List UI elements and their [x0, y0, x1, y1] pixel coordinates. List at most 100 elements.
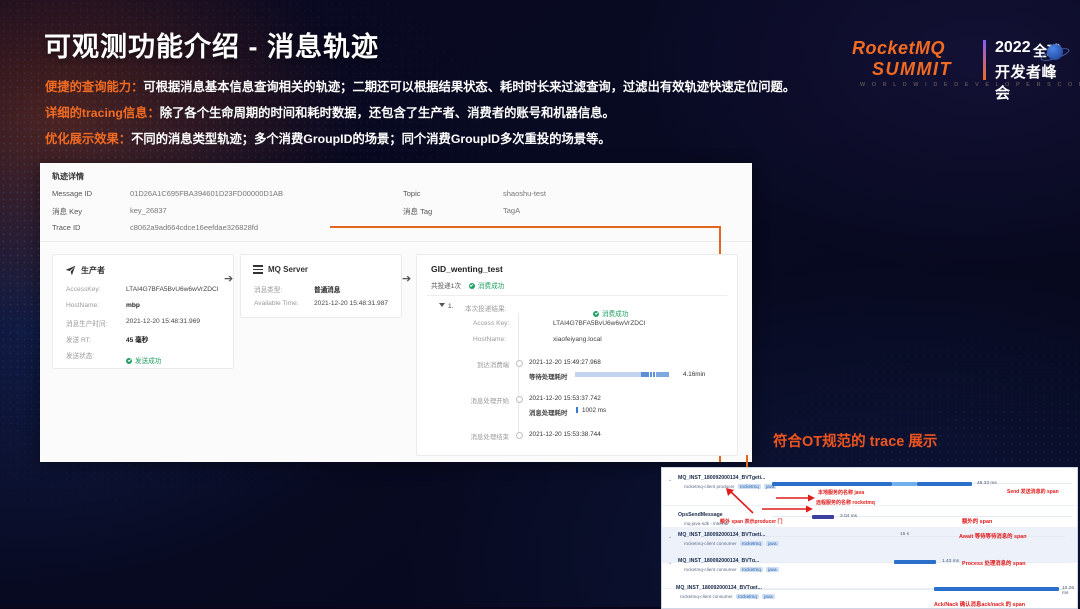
mq-label-message-type: 消息类型: [254, 284, 282, 294]
consumer-panel: GID_wenting_test 共投递1次 消费成功 1. 本次投递结果: 消… [416, 254, 738, 456]
timeline-label-3: 消息处理结束 [441, 432, 509, 441]
producer-label-accesskey: AccessKey: [66, 286, 100, 293]
trace-note: Process 处理消息的 span [962, 559, 1026, 567]
logo-subline: W O R L D W I D E D E V E L O P E R S C … [860, 82, 1080, 88]
field-value-message-key: key_26837 [130, 206, 167, 215]
field-label-message-id: Message ID [52, 189, 92, 198]
mq-server-panel-header: MQ Server [253, 265, 308, 274]
bullet-1-sep: ： [131, 80, 143, 94]
consumer-delivery-summary: 共投递1次 消费成功 [431, 280, 504, 290]
mq-value-available-time: 2021-12-20 15:48:31.987 [314, 300, 388, 307]
field-label-topic: Topic [403, 189, 421, 198]
timeline-metric-value-2: 1002 ms [582, 407, 606, 414]
consumer-summary-status: 消费成功 [478, 283, 504, 290]
field-value-message-id: 01D26A1C695FBA394601D23FD00000D1AB [130, 189, 283, 198]
bullet-1-text: 可根据消息基本信息查询相关的轨迹；二期还可以根据结果状态、耗时时长来过滤查询，过… [143, 80, 795, 94]
timeline-metric-label-1: 等待处理耗时 [529, 372, 567, 381]
consumer-group-title: GID_wenting_test [431, 264, 503, 274]
expand-toggle-icon[interactable]: ⌄ [668, 477, 672, 483]
trace-duration: 10.26 ms [1062, 586, 1077, 596]
producer-label-hostname: HostName: [66, 302, 99, 309]
summit-logo: RocketMQ SUMMIT 2022 全球 开发者峰会 W O R L D … [850, 38, 1065, 94]
field-value-topic: shaoshu-test [503, 189, 546, 198]
producer-label-send-rt: 发送 RT: [66, 334, 91, 344]
logo-summit-text: SUMMIT [872, 59, 952, 80]
timeline-dot-1 [516, 360, 523, 367]
trace-note: Send 发送消息的 span [1007, 488, 1059, 495]
timeline-vertical-line [518, 313, 519, 433]
timeline-bar-2 [576, 407, 578, 413]
timeline-time-3: 2021-12-20 15:53:38.744 [529, 431, 601, 438]
send-icon [65, 265, 76, 276]
success-check-icon [126, 358, 132, 364]
timeline-time-1: 2021-12-20 15:49:27.968 [529, 359, 601, 366]
producer-value-accesskey: LTAI4G7BFA5BvU6w6wVrZDCl [126, 286, 218, 293]
bullet-3-text: 不同的消息类型轨迹；多个消费GroupID的场景；同个消费GroupID多次重投… [131, 132, 611, 146]
field-label-trace-id: Trace ID [52, 223, 80, 232]
producer-value-send-status: 发送成功 [126, 350, 161, 368]
timeline-metric-label-2: 消息处理耗时 [529, 408, 567, 417]
bullet-1-label: 便捷的查询能力 [45, 80, 131, 94]
producer-value-send-rt: 45 毫秒 [126, 334, 148, 344]
card-header-divider [40, 241, 752, 242]
logo-year: 2022 [995, 39, 1031, 57]
trace-chip-java: java [766, 541, 778, 546]
trace-row[interactable]: MQ_INST_180092000134_BVTget... rocketmq-… [662, 580, 1077, 609]
field-value-message-tag: TagA [503, 206, 520, 215]
trace-service-name: rocketmq-client [684, 567, 715, 572]
bullet-2-text: 除了各个生命周期的时间和耗时数据，还包含了生产者、消费者的账号和机器信息。 [160, 106, 615, 120]
trace-chip-java: java [766, 567, 778, 572]
logo-divider [983, 40, 986, 80]
trace-note: 额外的 span [962, 517, 992, 525]
consumer-attempt-index: 1. [448, 303, 454, 310]
trace-chip-rocketmq: rocketmq [736, 594, 759, 599]
bullet-line-2: 详细的tracing信息：除了各个生命周期的时间和耗时数据，还包含了生产者、消费… [45, 103, 615, 121]
trace-duration: 3.04 ms [840, 514, 857, 519]
list-icon [253, 265, 263, 274]
trace-id-highlight-underline [330, 226, 720, 228]
consumer-value-hostname: xiaofeiyang.local [553, 336, 602, 343]
bullet-2-sep: ： [147, 106, 159, 120]
trace-duration: 1.43 ms [942, 559, 959, 564]
page-title: 可观测功能介绍 - 消息轨迹 [44, 25, 379, 64]
producer-send-status-text: 发送成功 [135, 358, 161, 365]
trace-span-service: rocketmq-client consumer rocketmq java [684, 541, 779, 546]
trace-bar [772, 482, 892, 486]
bullet-line-1: 便捷的查询能力：可根据消息基本信息查询相关的轨迹；二期还可以根据结果状态、耗时时… [45, 77, 795, 95]
trace-span-kind: consumer [712, 594, 732, 599]
trace-chip-rocketmq: rocketmq [740, 541, 763, 546]
trace-chip-rocketmq: rocketmq [740, 567, 763, 572]
trace-span-name: MQ_INST_180092000134_BVTget... [676, 585, 762, 591]
trace-duration: 15 s [900, 532, 909, 537]
trace-span-kind: consumer [716, 541, 736, 546]
producer-value-hostname: mbp [126, 302, 140, 309]
logo-brand-text: RocketMQ [852, 38, 945, 59]
expand-toggle-icon[interactable]: ⌄ [668, 560, 672, 566]
trace-bar-segment [892, 482, 917, 486]
mq-server-title: MQ Server [268, 265, 308, 274]
expand-toggle-icon[interactable]: ⌄ [668, 534, 672, 540]
field-label-message-tag: 消息 Tag [403, 206, 432, 217]
trace-span-service: rocketmq-client consumer rocketmq java [680, 594, 775, 599]
consumer-value-accesskey: LTAI4G7BFA5BvU6w6wVrZDCl [553, 320, 645, 327]
mq-label-available-time: Available Time: [254, 300, 299, 307]
timeline-time-2: 2021-12-20 15:53:37.742 [529, 395, 601, 402]
success-check-icon [593, 311, 599, 317]
chevron-down-icon [439, 303, 445, 307]
consumer-label-result: 本次投递结果: [465, 303, 506, 313]
card-title: 轨迹详情 [52, 171, 84, 182]
producer-label-produce-time: 消息生产时间: [66, 318, 107, 328]
trace-chip-java: java [762, 594, 774, 599]
consumer-delivery-count: 共投递1次 [431, 283, 461, 290]
trace-bar [812, 515, 834, 519]
consumer-value-result: 消费成功 [593, 303, 628, 321]
trace-duration: 48.33 ms [977, 481, 997, 486]
producer-panel: 生产者 AccessKey: LTAI4G7BFA5BvU6w6wVrZDCl … [52, 254, 234, 369]
bullet-3-label: 优化展示效果 [45, 132, 119, 146]
trace-service-name: rocketmq-client [684, 541, 715, 546]
mq-server-panel: MQ Server 消息类型: 普通消息 Available Time: 202… [240, 254, 402, 318]
success-check-icon [469, 283, 475, 289]
consumer-attempt-toggle[interactable]: 1. [439, 303, 454, 310]
trace-span-name: MQ_INST_180092000134_BVTgeti... [678, 475, 765, 481]
trace-bar-segment-2 [917, 482, 972, 486]
